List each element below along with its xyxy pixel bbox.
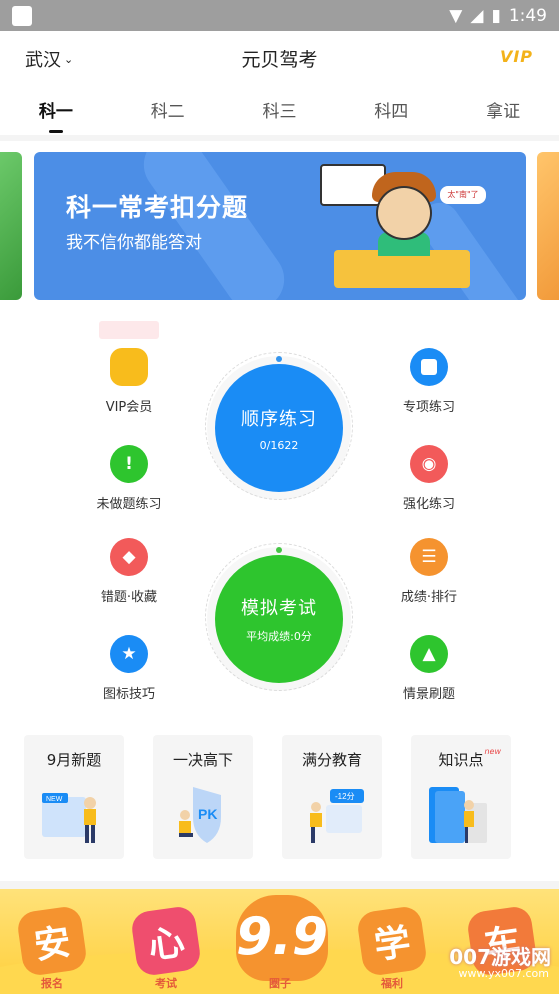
banner-peek-right bbox=[537, 152, 559, 300]
nav-label-exam[interactable]: 考试 bbox=[126, 975, 206, 991]
notification-icon bbox=[12, 5, 32, 26]
card-title: 9月新题 bbox=[46, 751, 102, 769]
menu-score-rank[interactable]: ☰ 成绩·排行 bbox=[369, 538, 489, 605]
tab-license[interactable]: 拿证 bbox=[447, 85, 559, 135]
new-questions-illustration: NEW bbox=[42, 793, 96, 843]
nav-label-signup[interactable]: 报名 bbox=[12, 975, 92, 991]
clipboard-icon bbox=[410, 348, 448, 386]
card-new-questions[interactable]: 9月新题 NEW bbox=[24, 735, 124, 859]
menu-label: 强化练习 bbox=[402, 497, 455, 512]
signal-icon: ◢ bbox=[470, 5, 484, 26]
tab-subject-2[interactable]: 科二 bbox=[112, 85, 224, 135]
menu-scenario[interactable]: ▲ 情景刷题 bbox=[369, 635, 489, 702]
target-icon: ◉ bbox=[410, 445, 448, 483]
tag-icon: ◆ bbox=[110, 538, 148, 576]
mock-exam-average: 平均成绩:0分 bbox=[246, 630, 312, 643]
kid-head-illustration bbox=[376, 186, 432, 240]
vip-badge[interactable]: VIP bbox=[500, 47, 533, 66]
menu-special-practice[interactable]: 专项练习 bbox=[369, 348, 489, 415]
banner-subline: 我不信你都能答对 bbox=[66, 233, 202, 253]
menu-label: 图标技巧 bbox=[102, 687, 155, 702]
nav-glyph-an[interactable]: 安 bbox=[15, 904, 89, 978]
full-score-illustration: -12分 bbox=[310, 789, 364, 843]
ring-dot bbox=[276, 547, 282, 553]
speech-bubble: 太"南"了 bbox=[440, 186, 486, 204]
card-badge: NEW bbox=[46, 796, 63, 803]
card-knowledge-points[interactable]: 知识点 new bbox=[411, 735, 511, 859]
menu-label: VIP会员 bbox=[105, 400, 153, 415]
menu-label: 错题·收藏 bbox=[100, 590, 158, 605]
card-pk[interactable]: 一决高下 PK bbox=[153, 735, 253, 859]
banner[interactable]: 科一常考扣分题 我不信你都能答对 太"南"了 bbox=[34, 152, 526, 300]
menu-intensive[interactable]: ◉ 强化练习 bbox=[369, 445, 489, 512]
page-title: 元贝驾考 bbox=[241, 49, 318, 71]
road-icon: ▲ bbox=[410, 635, 448, 673]
banner-peek-left bbox=[0, 152, 22, 300]
divider bbox=[0, 881, 559, 889]
card-full-score-education[interactable]: 满分教育 -12分 bbox=[282, 735, 382, 859]
tab-subject-4[interactable]: 科四 bbox=[335, 85, 447, 135]
pk-illustration: PK bbox=[179, 787, 221, 843]
vip-tag bbox=[99, 321, 159, 339]
nav-glyph-nine[interactable]: 9.9 bbox=[236, 895, 328, 981]
sequential-title: 顺序练习 bbox=[241, 408, 317, 430]
nav-label-circle[interactable]: 圈子 bbox=[240, 975, 320, 991]
feature-cards: 9月新题 NEW 一决高下 PK 满分教育 -12分 知识点 new bbox=[0, 735, 559, 859]
nav-label-welfare[interactable]: 福利 bbox=[352, 975, 432, 991]
battery-icon: ▮ bbox=[491, 5, 501, 26]
menu-icon-tips[interactable]: ★ 图标技巧 bbox=[69, 635, 189, 702]
status-bar: ▼ ◢ ▮ 1:49 bbox=[0, 0, 559, 31]
knowledge-book-illustration bbox=[429, 787, 487, 843]
menu-unanswered[interactable]: ! 未做题练习 bbox=[69, 445, 189, 512]
nav-glyph-xin[interactable]: 心 bbox=[129, 904, 203, 978]
status-right: ▼ ◢ ▮ 1:49 bbox=[449, 6, 547, 26]
bottom-promo-nav: 安 报名 心 考试 9.9 圈子 学 福利 车 007游戏网 www.yx007… bbox=[0, 889, 559, 994]
sequential-progress: 0/1622 bbox=[259, 438, 299, 452]
card-badge: PK bbox=[198, 806, 217, 822]
list-icon: ☰ bbox=[410, 538, 448, 576]
menu-label: 成绩·排行 bbox=[400, 590, 458, 605]
banner-carousel[interactable]: 科一常考扣分题 我不信你都能答对 太"南"了 bbox=[0, 152, 559, 300]
exclamation-icon: ! bbox=[110, 445, 148, 483]
watermark-text: 007游戏网 bbox=[449, 945, 551, 969]
tab-subject-3[interactable]: 科三 bbox=[224, 85, 336, 135]
card-title: 满分教育 bbox=[301, 751, 362, 769]
tab-subject-1[interactable]: 科一 bbox=[0, 85, 112, 135]
clock: 1:49 bbox=[508, 5, 547, 26]
watermark-url: www.yx007.com bbox=[458, 967, 549, 980]
app-header: 武汉 ⌄ 元贝驾考 VIP bbox=[0, 31, 559, 85]
mock-exam-title: 模拟考试 bbox=[241, 598, 317, 619]
card-badge: -12分 bbox=[335, 792, 355, 801]
subject-tabs: 科一 科二 科三 科四 拿证 bbox=[0, 85, 559, 135]
star-icon: ★ bbox=[110, 635, 148, 673]
wifi-icon: ▼ bbox=[449, 5, 463, 26]
vip-crown-icon bbox=[110, 348, 148, 386]
sequential-practice-button[interactable]: 顺序练习 0/1622 bbox=[215, 364, 343, 492]
menu-label: 情景刷题 bbox=[402, 687, 455, 702]
menu-label: 专项练习 bbox=[402, 400, 455, 415]
new-badge: new bbox=[484, 747, 501, 756]
menu-vip-member[interactable]: VIP会员 bbox=[69, 348, 189, 415]
banner-decoration bbox=[132, 152, 296, 300]
banner-headline: 科一常考扣分题 bbox=[66, 193, 249, 222]
mock-exam-button[interactable]: 模拟考试 平均成绩:0分 bbox=[215, 555, 343, 683]
nav-glyph-xue[interactable]: 学 bbox=[355, 904, 429, 978]
menu-mistakes-favorites[interactable]: ◆ 错题·收藏 bbox=[69, 538, 189, 605]
divider bbox=[0, 135, 559, 141]
ring-dot bbox=[276, 356, 282, 362]
menu-label: 未做题练习 bbox=[96, 497, 162, 512]
card-title: 一决高下 bbox=[172, 751, 233, 769]
